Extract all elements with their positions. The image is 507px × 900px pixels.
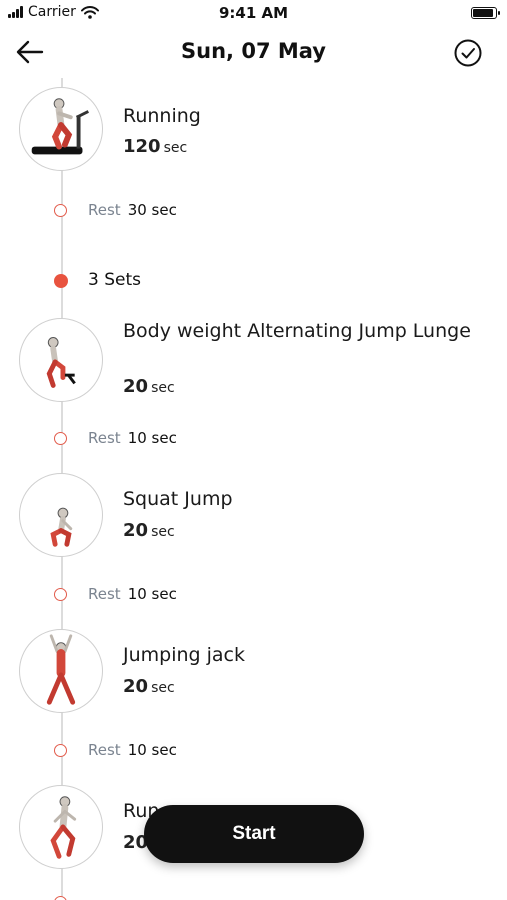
rest-label: Rest [88,201,121,219]
rest-label: Rest [88,429,121,447]
exercise-thumbnail-jumping-jack[interactable] [19,629,103,713]
nav-bar: Sun, 07 May [0,28,507,78]
duration-unit: sec [151,380,175,396]
rest-value: 10 sec [127,585,177,603]
duration-value: 120 [123,136,161,157]
exercise-duration: 20 sec [123,520,175,541]
exercise-thumbnail-squat-jump[interactable] [19,473,103,557]
jumping-jack-illustration [46,634,76,705]
rest-value: 10 sec [127,741,177,759]
exercise-thumbnail-jump-lunge[interactable] [19,318,103,402]
exercise-name: Body weight Alternating Jump Lunge [123,320,471,342]
sets-label: 3 Sets [88,270,141,290]
rest-marker [54,744,67,757]
battery-icon [471,7,500,19]
rest-row: Rest 10 sec [88,585,177,603]
duration-unit: sec [151,680,175,696]
exercise-duration: 120 sec [123,136,187,157]
status-bar: Carrier 9:41 AM [0,0,507,28]
rest-row: Rest 10 sec [88,429,177,447]
running-illustration [31,98,89,155]
exercise-duration: 20 sec [123,376,175,397]
duration-unit: sec [151,524,175,540]
rest-marker [54,204,67,217]
exercise-name: Running [123,105,201,127]
jump-lunge-illustration [46,337,76,388]
rest-marker [54,588,67,601]
rest-value: 30 sec [127,201,177,219]
duration-unit: sec [163,140,188,156]
squat-jump-illustration [50,507,73,547]
page-title: Sun, 07 May [181,39,326,63]
exercise-thumbnail-run[interactable] [19,785,103,869]
status-time: 9:41 AM [218,4,289,22]
rest-row: Rest 30 sec [88,201,177,219]
rest-row: Rest 10 sec [88,741,177,759]
duration-value: 20 [123,376,149,397]
rest-marker [54,432,67,445]
start-button[interactable]: Start [144,805,364,863]
rest-value: 10 sec [127,429,177,447]
exercise-thumbnail-running[interactable] [19,87,103,171]
exercise-duration: 20 sec [123,676,175,697]
duration-value: 20 [123,520,149,541]
confirm-button[interactable] [453,38,483,68]
duration-value: 20 [123,676,149,697]
rest-label: Rest [88,585,121,603]
rest-marker [54,896,67,900]
rest-label: Rest [88,741,121,759]
sets-marker [54,274,68,288]
exercise-name: Jumping jack [123,644,246,666]
run-illustration [50,796,77,859]
workout-timeline: Running 120 sec Rest 30 sec 3 Sets Body we… [0,78,507,900]
check-circle-icon [454,39,482,67]
exercise-name: Squat Jump [123,488,233,510]
